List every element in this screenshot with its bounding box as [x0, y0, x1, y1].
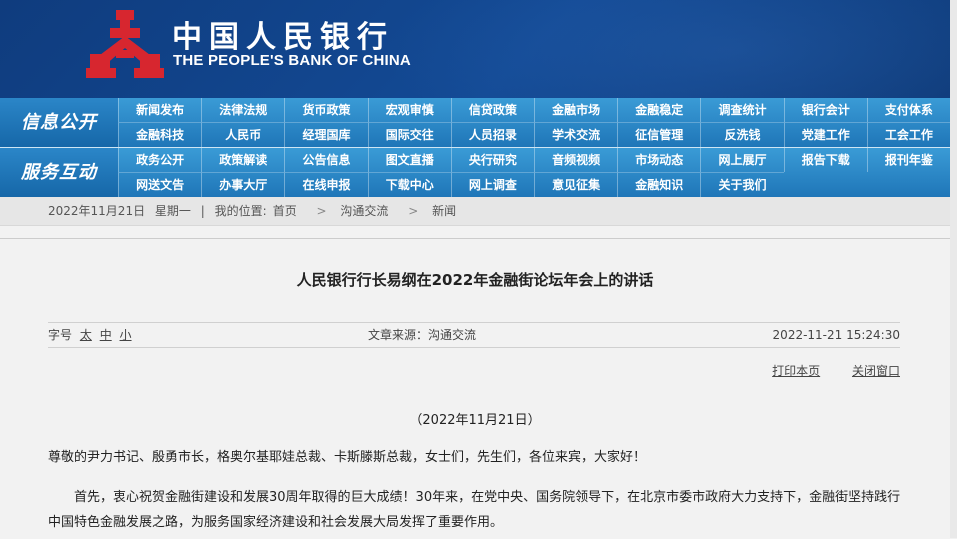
nav-item-service-11[interactable]: 办事大厅	[201, 172, 285, 197]
site-header: 中国人民银行 THE PEOPLE'S BANK OF CHINA	[0, 0, 957, 98]
nav-item-service-7[interactable]: 网上展厅	[700, 148, 783, 172]
nav-item-info-10[interactable]: 金融科技	[118, 122, 202, 147]
nav-item-service-9[interactable]: 报刊年鉴	[866, 148, 950, 172]
nav-item-info-9[interactable]: 支付体系	[866, 98, 950, 122]
nav-item-info-2[interactable]: 货币政策	[284, 98, 367, 122]
nav-item-info-3[interactable]: 宏观审慎	[367, 98, 451, 122]
nav-item-service-3[interactable]: 图文直播	[367, 148, 451, 172]
article-paragraph: 首先，衷心祝贺金融街建设和发展30周年取得的巨大成绩！30年来，在党中央、国务院…	[48, 490, 901, 530]
nav-item-service-14[interactable]: 网上调查	[450, 172, 534, 197]
pboc-logo-icon[interactable]	[86, 8, 164, 80]
article-title: 人民银行行长易纲在2022年金融街论坛年会上的讲话	[296, 271, 654, 289]
nav-group-title-info[interactable]: 信息公开	[0, 98, 118, 147]
nav-item-info-17[interactable]: 反洗钱	[700, 122, 784, 147]
nav-item-service-16[interactable]: 金融知识	[617, 172, 701, 197]
nav-item-info-8[interactable]: 银行会计	[783, 98, 867, 122]
nav-item-info-6[interactable]: 金融稳定	[617, 98, 700, 122]
breadcrumb-level1-link[interactable]: 沟通交流	[340, 204, 388, 218]
nav-item-info-13[interactable]: 国际交往	[367, 122, 451, 147]
font-small-link[interactable]: 小	[120, 328, 132, 342]
nav-item-service-4[interactable]: 央行研究	[450, 148, 534, 172]
nav-item-info-1[interactable]: 法律法规	[201, 98, 284, 122]
article-meta: 字号 太 中 小 文章来源：沟通交流 2022-11-21 15:24:30	[48, 322, 900, 348]
nav-item-service-17[interactable]: 关于我们	[700, 172, 784, 197]
nav-item-service-15[interactable]: 意见征集	[533, 172, 618, 197]
nav-item-info-5[interactable]: 金融市场	[533, 98, 617, 122]
nav-item-service-6[interactable]: 市场动态	[617, 148, 700, 172]
article-tools: 打印本页 关闭窗口	[744, 362, 900, 379]
breadcrumb-home-link[interactable]: 首页	[273, 204, 297, 218]
nav-item-info-4[interactable]: 信贷政策	[450, 98, 534, 122]
nav-item-info-19[interactable]: 工会工作	[866, 122, 950, 147]
page-scrollbar[interactable]	[950, 0, 957, 538]
chevron-right-icon: >	[316, 204, 327, 218]
font-medium-link[interactable]: 中	[100, 328, 112, 342]
chevron-right-icon: >	[408, 204, 419, 218]
nav-item-info-7[interactable]: 调查统计	[700, 98, 783, 122]
article-paragraph: 尊敬的尹力书记、殷勇市长，格奥尔基耶娃总裁、卡斯滕斯总裁，女士们，先生们，各位来…	[48, 450, 647, 465]
nav-item-info-11[interactable]: 人民币	[201, 122, 285, 147]
nav-group-title-service[interactable]: 服务互动	[0, 148, 118, 197]
nav-item-info-14[interactable]: 人员招录	[450, 122, 534, 147]
bc-divider: |	[200, 204, 205, 218]
nav-item-service-10[interactable]: 网送文告	[118, 172, 202, 197]
brand-name-en: THE PEOPLE'S BANK OF CHINA	[173, 52, 411, 69]
font-large-link[interactable]: 太	[80, 328, 92, 342]
nav-group-info: 信息公开 新闻发布 法律法规 货币政策 宏观审慎 信贷政策 金融市场 金融稳定 调查统计 银行会…	[0, 98, 950, 147]
nav-item-service-8[interactable]: 报告下载	[783, 148, 867, 172]
nav-item-service-13[interactable]: 下载中心	[367, 172, 451, 197]
article-timestamp: 2022-11-21 15:24:30	[772, 328, 900, 342]
close-window-link[interactable]: 关闭窗口	[852, 364, 900, 378]
breadcrumb: 2022年11月21日 星期一 | 我的位置: 首页 > 沟通交流 > 新闻	[0, 197, 950, 226]
nav-item-service-2[interactable]: 公告信息	[284, 148, 367, 172]
nav-item-info-12[interactable]: 经理国库	[284, 122, 368, 147]
current-weekday: 星期一	[154, 204, 191, 218]
nav-group-service: 服务互动 政务公开 政策解读 公告信息 图文直播 央行研究 音频视频 市场动态 网上展厅 报告下…	[0, 148, 950, 197]
location-label: 我的位置:	[214, 204, 267, 218]
article-source: 文章来源：沟通交流	[368, 328, 477, 342]
nav-items-info: 新闻发布 法律法规 货币政策 宏观审慎 信贷政策 金融市场 金融稳定 调查统计 银行会计 支付体系…	[118, 98, 950, 147]
nav-item-info-15[interactable]: 学术交流	[533, 122, 618, 147]
current-date: 2022年11月21日	[48, 204, 146, 218]
speech-date: （2022年11月21日）	[409, 413, 541, 428]
breadcrumb-level2-link[interactable]: 新闻	[432, 204, 456, 218]
brand-name-cn: 中国人民银行	[172, 20, 394, 55]
nav-item-service-12[interactable]: 在线申报	[284, 172, 368, 197]
nav-item-service-1[interactable]: 政策解读	[201, 148, 284, 172]
main-navigation: 信息公开 新闻发布 法律法规 货币政策 宏观审慎 信贷政策 金融市场 金融稳定 调查统计 银行会…	[0, 98, 957, 197]
nav-items-service: 政务公开 政策解读 公告信息 图文直播 央行研究 音频视频 市场动态 网上展厅 报告下载 报刊年鉴…	[118, 148, 950, 197]
nav-item-info-16[interactable]: 征信管理	[617, 122, 701, 147]
nav-item-service-5[interactable]: 音频视频	[533, 148, 617, 172]
nav-item-info-0[interactable]: 新闻发布	[118, 98, 201, 122]
font-size-label: 字号	[48, 328, 73, 342]
print-page-link[interactable]: 打印本页	[772, 364, 820, 378]
nav-item-service-0[interactable]: 政务公开	[118, 148, 201, 172]
nav-item-info-18[interactable]: 党建工作	[783, 122, 867, 147]
font-size-control: 字号 太 中 小	[48, 323, 132, 347]
article-area: 人民银行行长易纲在2022年金融街论坛年会上的讲话 字号 太 中 小 文章来源：…	[0, 238, 950, 539]
